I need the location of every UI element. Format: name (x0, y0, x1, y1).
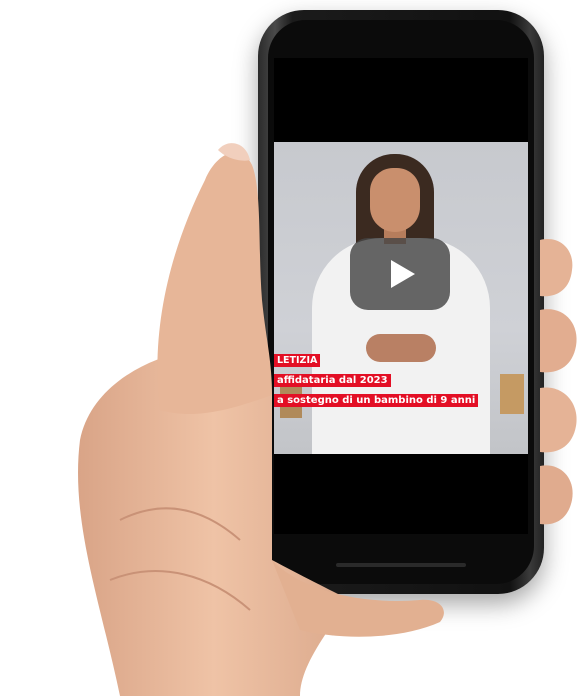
phone-screen: LETIZIA affidataria dal 2023 a sostegno … (274, 58, 528, 534)
caption-line-1: affidataria dal 2023 (274, 374, 391, 387)
play-icon (391, 260, 415, 288)
play-button[interactable] (350, 238, 450, 310)
caption-line-2: a sostegno di un bambino di 9 anni (274, 394, 479, 407)
video-player[interactable]: LETIZIA affidataria dal 2023 a sostegno … (274, 142, 528, 454)
product-scene: LETIZIA affidataria dal 2023 a sostegno … (0, 0, 583, 696)
video-caption: LETIZIA affidataria dal 2023 a sostegno … (274, 348, 479, 408)
person-face (370, 168, 420, 232)
caption-name: LETIZIA (274, 354, 321, 367)
home-indicator (336, 563, 466, 567)
chair-back (500, 374, 524, 414)
